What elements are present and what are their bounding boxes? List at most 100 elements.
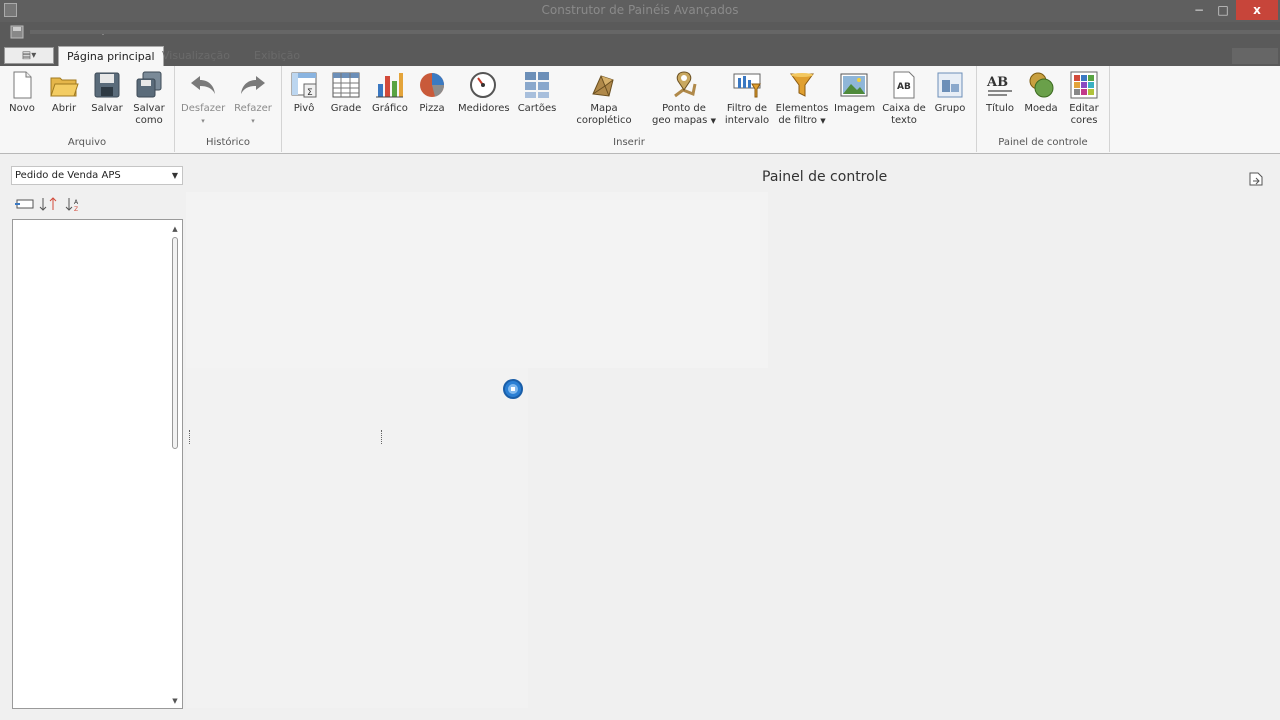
minimize-button[interactable]: − — [1188, 0, 1210, 20]
filtro-intervalo-button[interactable]: Filtro de intervalo — [722, 70, 772, 127]
group-painel-de-controle: AB Título Moeda Editar cores Painel de c… — [977, 66, 1110, 152]
group-historico: Desfazer ▾ Refazer ▾ Histórico — [175, 66, 282, 152]
pivot-icon: Σ — [291, 72, 317, 98]
scroll-down-icon[interactable]: ▼ — [169, 695, 181, 707]
scroll-thumb[interactable] — [172, 237, 178, 449]
svg-text:A: A — [74, 199, 79, 206]
group-label-inserir: Inserir — [613, 137, 645, 148]
caixa-texto-button[interactable]: AB Caixa de texto — [882, 70, 926, 127]
currency-icon — [1029, 72, 1054, 98]
chevron-down-icon[interactable]: ▼ — [172, 167, 178, 184]
mapa-label: Mapa coroplético — [576, 103, 632, 126]
novo-button[interactable]: Novo — [6, 70, 38, 115]
salvar-button[interactable]: Salvar — [90, 70, 124, 115]
qat-strip — [30, 30, 1280, 34]
refazer-dropdown-arrow[interactable]: ▾ — [231, 115, 275, 127]
sort-az-icon[interactable]: AZ — [64, 196, 86, 212]
salvar-como-label-2: como — [135, 115, 163, 126]
editar-label-1: Editar — [1069, 103, 1099, 114]
scroll-up-icon[interactable]: ▲ — [169, 223, 181, 235]
file-menu-button[interactable]: ▤▾ — [4, 47, 54, 64]
export-icon[interactable] — [1248, 171, 1264, 187]
save-disk-icon — [94, 72, 120, 98]
group-label-historico: Histórico — [205, 137, 251, 148]
abrir-label: Abrir — [51, 103, 77, 114]
dashboard-surface-bottom — [186, 368, 528, 708]
caixa-label-1: Caixa de — [882, 103, 926, 114]
abrir-button[interactable]: Abrir — [48, 70, 80, 115]
title-icon: AB — [986, 75, 1012, 96]
ribbon: Novo Abrir Salvar Salvar como Arquivo De… — [0, 66, 1280, 154]
filter-elements-icon — [790, 73, 814, 97]
moeda-button[interactable]: Moeda — [1023, 70, 1059, 115]
redo-icon — [241, 76, 265, 94]
titulo-button[interactable]: AB Título — [983, 70, 1017, 115]
ribbon-minimize-area[interactable] — [1232, 48, 1278, 64]
imagem-button[interactable]: Imagem — [834, 70, 876, 115]
editar-label-2: cores — [1070, 115, 1098, 126]
close-button[interactable]: x — [1236, 0, 1278, 20]
save-quick-icon[interactable] — [10, 25, 24, 39]
new-document-icon — [13, 71, 32, 99]
salvar-label: Salvar — [91, 103, 123, 114]
cards-icon — [525, 72, 549, 98]
filtro-label-1: Filtro de — [726, 103, 768, 114]
dashboard-surface-top — [186, 192, 768, 368]
titulo-label: Título — [985, 103, 1015, 114]
group-inserir: Σ Pivô Grade Gráfico Pizza Medidores Car… — [282, 66, 977, 152]
field-list-scrollbar[interactable]: ▲ ▼ — [169, 221, 181, 707]
refazer-label: Refazer — [234, 103, 272, 114]
salvar-como-button[interactable]: Salvar como — [132, 70, 166, 127]
refazer-button[interactable]: Refazer ▾ — [231, 70, 275, 127]
splitter-handle-left[interactable] — [189, 430, 191, 444]
datasource-select[interactable]: Pedido de Venda APS ▼ — [11, 166, 183, 185]
medidores-label: Medidores — [458, 103, 510, 114]
elementos-dropdown-arrow[interactable]: ▼ — [820, 117, 825, 125]
pizza-button[interactable]: Pizza — [416, 70, 448, 115]
add-calculated-field-icon[interactable] — [14, 196, 36, 212]
window-title: Construtor de Painéis Avançados — [541, 3, 739, 17]
svg-text:AB: AB — [897, 82, 911, 92]
undo-icon — [191, 76, 215, 94]
geo-point-icon — [674, 71, 697, 98]
elementos-filtro-button[interactable]: Elementos de filtro ▼ — [774, 70, 830, 127]
mapa-coropletico-button[interactable]: Mapa coroplético — [564, 70, 644, 127]
ponto-geo-mapas-button[interactable]: Ponto de geo mapas ▼ — [652, 70, 716, 127]
pivo-button[interactable]: Σ Pivô — [288, 70, 320, 115]
gauge-icon — [470, 72, 496, 98]
tab-visualizacao[interactable]: Visualização — [154, 46, 238, 66]
elementos-label-2: de filtro — [778, 115, 818, 126]
grafico-button[interactable]: Gráfico — [372, 70, 408, 115]
group-icon — [937, 72, 963, 98]
title-bar: Construtor de Painéis Avançados − □ x — [0, 0, 1280, 22]
grupo-label: Grupo — [934, 103, 966, 114]
chart-icon — [376, 73, 403, 98]
cartoes-button[interactable]: Cartões — [516, 70, 558, 115]
maximize-button[interactable]: □ — [1212, 0, 1234, 20]
pie-icon — [420, 73, 444, 97]
save-as-icon — [136, 71, 162, 98]
tab-pagina-principal[interactable]: Página principal — [58, 46, 164, 66]
ponto-dropdown-arrow[interactable]: ▼ — [711, 117, 716, 125]
editar-cores-button[interactable]: Editar cores — [1065, 70, 1103, 127]
grupo-button[interactable]: Grupo — [932, 70, 968, 115]
imagem-label: Imagem — [834, 103, 876, 114]
sort-fields-icon[interactable] — [38, 196, 60, 212]
svg-text:Σ: Σ — [307, 88, 313, 98]
novo-label: Novo — [9, 103, 35, 114]
edit-colors-icon — [1070, 71, 1098, 99]
grade-button[interactable]: Grade — [330, 70, 362, 115]
group-label-arquivo: Arquivo — [67, 137, 107, 148]
medidores-button[interactable]: Medidores — [458, 70, 510, 115]
filtro-label-2: intervalo — [724, 115, 770, 126]
splitter-handle-middle[interactable] — [381, 430, 383, 444]
desfazer-label: Desfazer — [181, 103, 226, 114]
desfazer-button[interactable]: Desfazer ▾ — [181, 70, 225, 127]
choropleth-map-icon — [592, 75, 614, 97]
desfazer-dropdown-arrow[interactable]: ▾ — [181, 115, 225, 127]
grade-label: Grade — [330, 103, 362, 114]
field-list[interactable]: ▲ ▼ — [12, 219, 183, 709]
grid-icon — [332, 72, 360, 98]
tab-exibicao[interactable]: Exibição — [246, 46, 308, 66]
busy-spinner-icon — [503, 379, 523, 399]
